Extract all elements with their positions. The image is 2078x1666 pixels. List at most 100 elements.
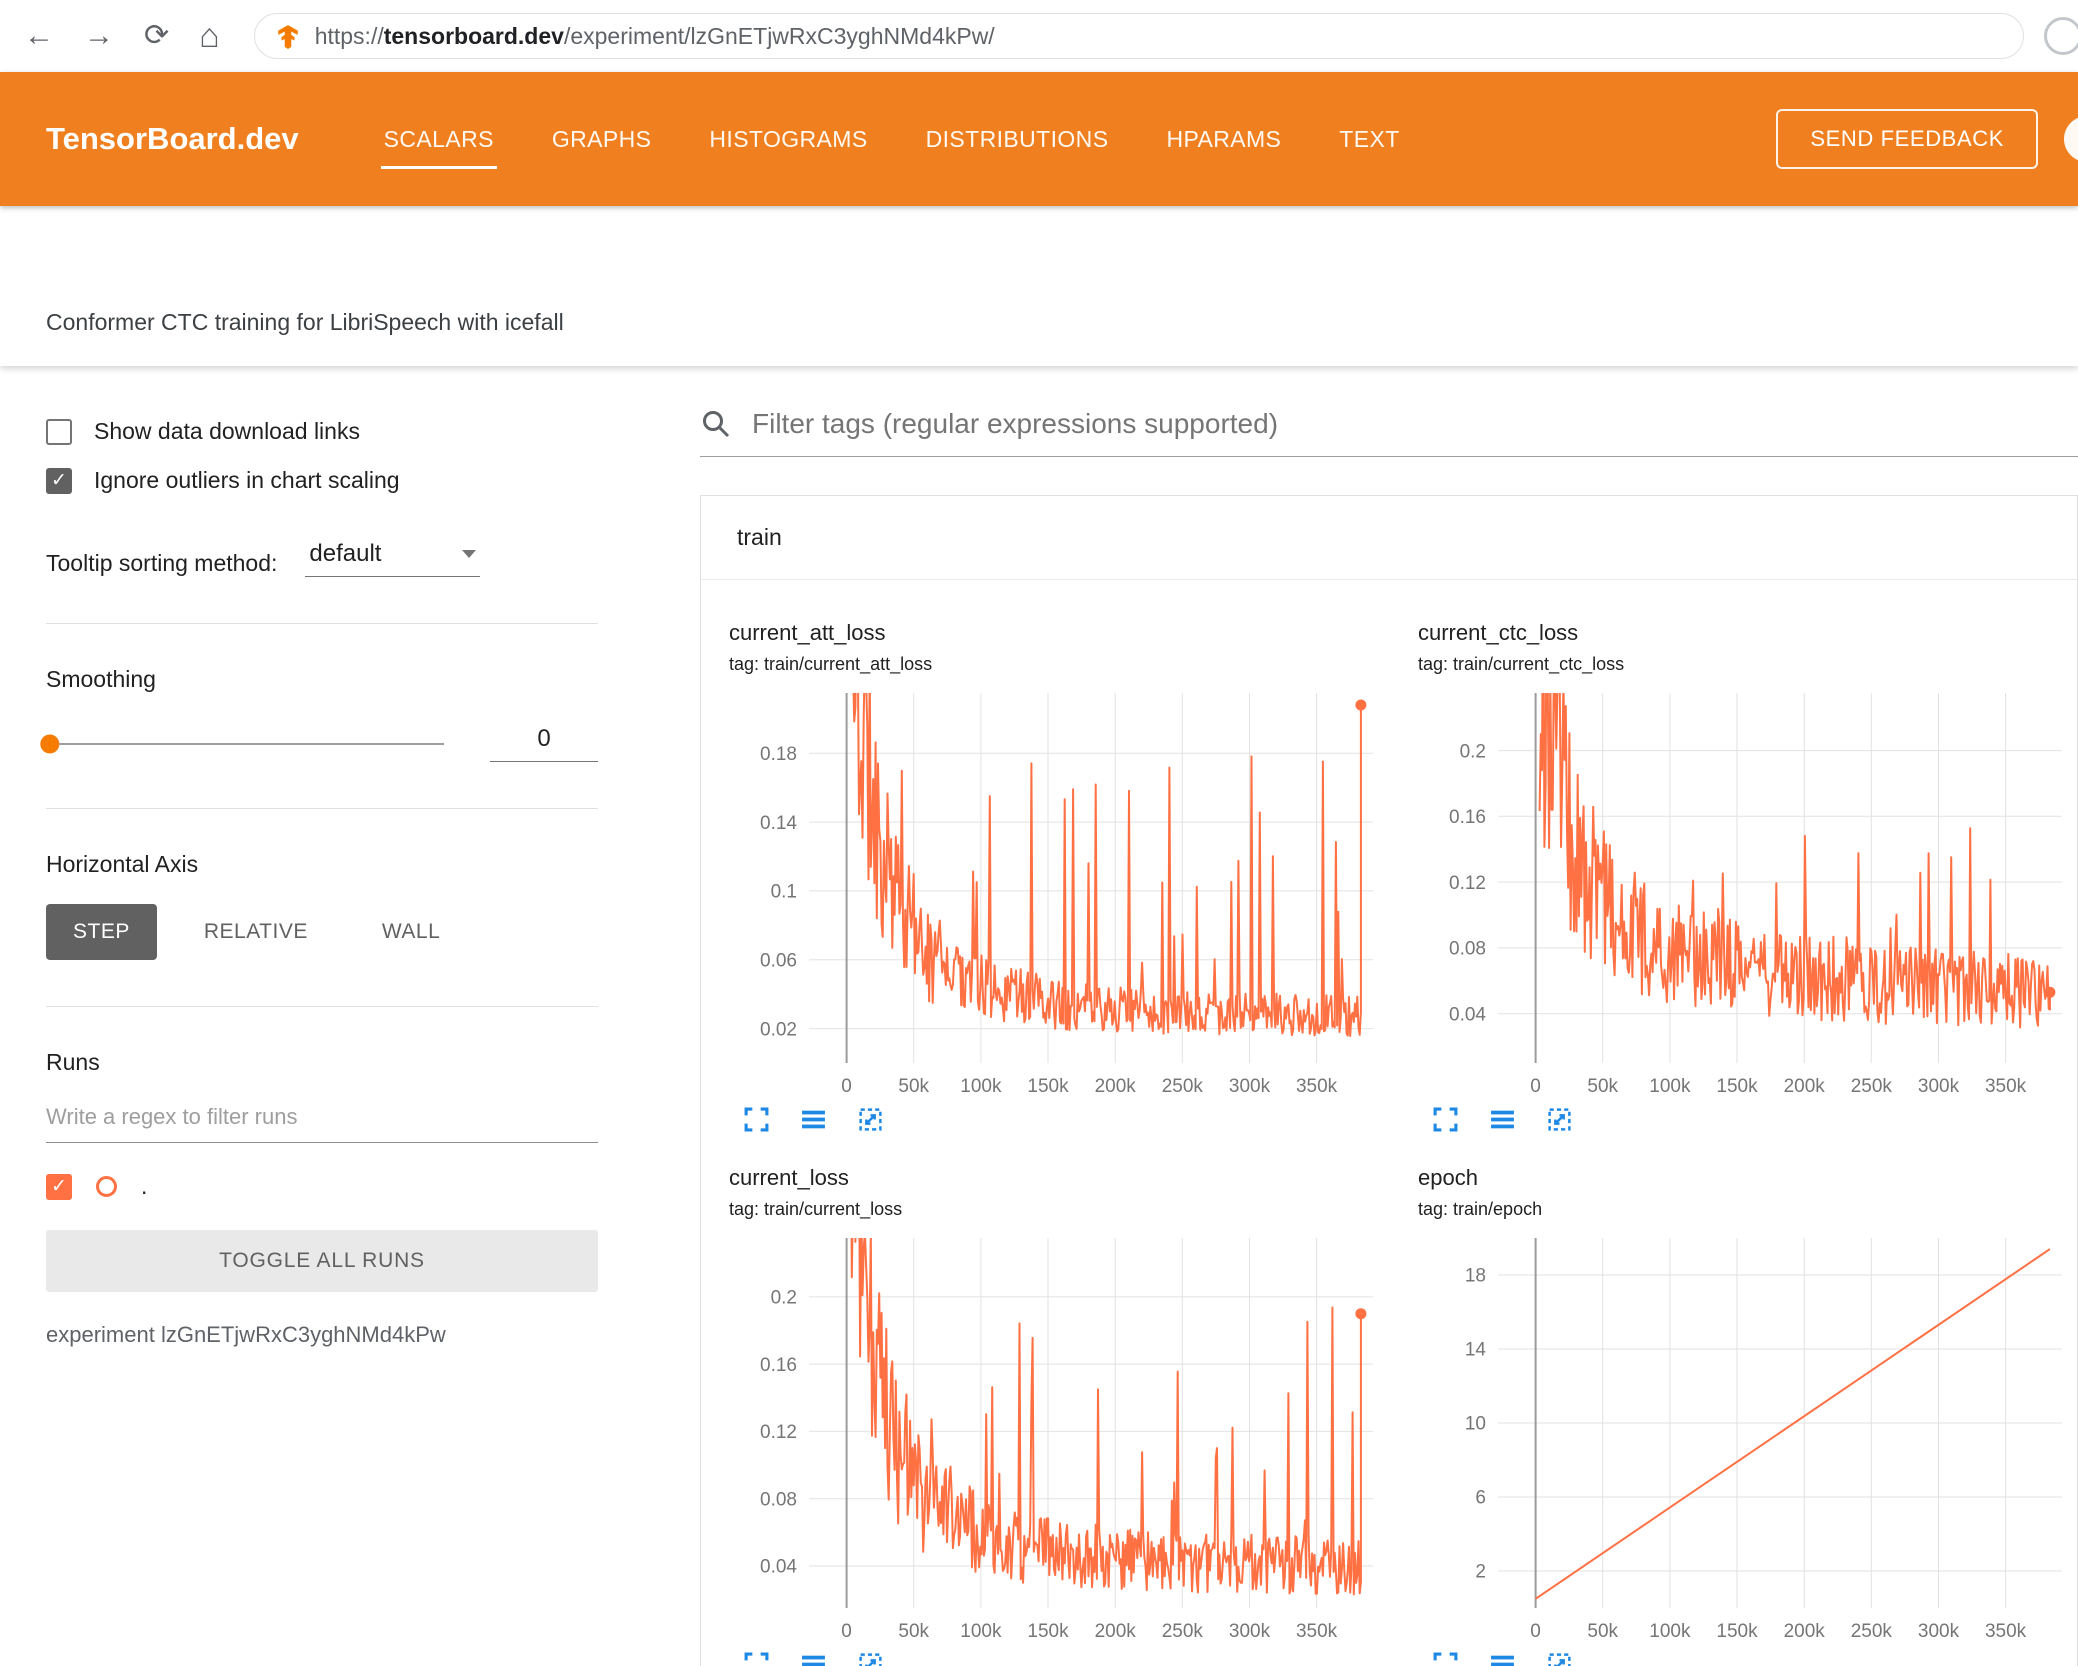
horizontal-axis-buttons: STEP RELATIVE WALL (46, 904, 598, 960)
settings-sidebar: Show data download links ✓ Ignore outlie… (0, 366, 644, 1666)
svg-text:0.04: 0.04 (760, 1557, 797, 1578)
svg-text:200k: 200k (1095, 1621, 1137, 1642)
axis-option-wall[interactable]: WALL (355, 904, 467, 960)
fit-data-icon[interactable] (857, 1651, 884, 1666)
show-download-label: Show data download links (94, 418, 360, 444)
series-line (850, 1238, 1362, 1596)
axis-option-step[interactable]: STEP (46, 904, 157, 960)
send-feedback-button[interactable]: SEND FEEDBACK (1776, 109, 2038, 169)
svg-text:250k: 250k (1162, 1076, 1204, 1097)
svg-text:0.06: 0.06 (760, 950, 797, 971)
tag-filter-row (700, 408, 2078, 457)
browser-avatar[interactable] (2044, 17, 2078, 55)
fit-data-icon[interactable] (857, 1106, 884, 1133)
lines-icon[interactable] (800, 1651, 827, 1666)
fullscreen-icon[interactable] (743, 1106, 770, 1133)
svg-text:100k: 100k (960, 1076, 1002, 1097)
fullscreen-icon[interactable] (743, 1651, 770, 1666)
back-icon[interactable]: ← (24, 21, 54, 51)
svg-text:0.16: 0.16 (1449, 807, 1486, 828)
tag-filter-input[interactable] (752, 408, 2078, 440)
tab-text[interactable]: TEXT (1310, 72, 1428, 206)
train-group-card: train current_att_loss tag: train/current… (700, 495, 2078, 1666)
runs-filter-input[interactable] (46, 1104, 598, 1143)
svg-text:0.12: 0.12 (760, 1422, 797, 1443)
chart-tag: tag: train/current_ctc_loss (1418, 654, 1625, 674)
svg-text:0.04: 0.04 (1449, 1004, 1486, 1025)
svg-text:200k: 200k (1095, 1076, 1137, 1097)
svg-text:250k: 250k (1162, 1621, 1204, 1642)
smoothing-row: 0 (40, 725, 598, 762)
last-value-dot (1355, 1308, 1367, 1320)
chart-plot-current_loss[interactable]: 0.04 0.08 0.12 0.16 0.2 0 50k 100k 150k 200k 250k 3… (729, 1230, 1389, 1645)
svg-text:18: 18 (1465, 1266, 1486, 1287)
chart-plot-current_att_loss[interactable]: 0.02 0.06 0.1 0.14 0.18 0 50k 100k 150k 200k 250k 3… (729, 685, 1389, 1100)
tab-histograms[interactable]: HISTOGRAMS (680, 72, 896, 206)
fullscreen-icon[interactable] (1432, 1106, 1459, 1133)
divider (46, 623, 598, 624)
tooltip-sorting-select[interactable]: default (305, 540, 481, 577)
experiment-bar: Conformer CTC training for LibriSpeech w… (0, 206, 2078, 366)
chevron-down-icon (462, 550, 477, 558)
svg-text:350k: 350k (1296, 1076, 1338, 1097)
svg-text:350k: 350k (1296, 1621, 1338, 1642)
home-icon[interactable]: ⌂ (199, 19, 220, 53)
forward-icon[interactable]: → (84, 21, 114, 51)
lines-icon[interactable] (1489, 1106, 1516, 1133)
tooltip-sorting-row: Tooltip sorting method: default (46, 540, 598, 577)
svg-text:350k: 350k (1985, 1621, 2027, 1642)
address-bar[interactable]: https://tensorboard.dev/experiment/lzGnE… (253, 13, 2024, 59)
smoothing-value[interactable]: 0 (490, 725, 598, 762)
show-download-checkbox[interactable] (46, 418, 72, 445)
run-color-swatch[interactable] (96, 1176, 117, 1197)
svg-text:350k: 350k (1985, 1076, 2027, 1097)
svg-text:50k: 50k (1587, 1076, 1618, 1097)
ignore-outliers-row[interactable]: ✓ Ignore outliers in chart scaling (46, 467, 598, 494)
chart-plot-epoch[interactable]: 2 6 10 14 18 0 50k 100k 150k 200k 250k 300k 350k (1418, 1230, 2078, 1645)
fit-data-icon[interactable] (1546, 1651, 1573, 1666)
svg-text:14: 14 (1465, 1340, 1487, 1361)
fit-data-icon[interactable] (1546, 1106, 1573, 1133)
fullscreen-icon[interactable] (1432, 1651, 1459, 1666)
svg-text:0: 0 (1530, 1076, 1541, 1097)
lines-icon[interactable] (1489, 1651, 1516, 1666)
svg-text:200k: 200k (1784, 1076, 1826, 1097)
divider (46, 808, 598, 809)
svg-text:10: 10 (1465, 1414, 1486, 1435)
url-scheme: https:// (314, 22, 384, 49)
svg-text:0.2: 0.2 (1460, 741, 1486, 762)
help-icon[interactable] (2064, 116, 2078, 162)
reload-icon[interactable]: ⟳ (144, 21, 169, 51)
toggle-all-runs-button[interactable]: TOGGLE ALL RUNS (46, 1230, 598, 1292)
svg-text:0.14: 0.14 (760, 813, 797, 834)
run-row: ✓ . (46, 1173, 598, 1200)
series-line (852, 693, 1362, 1037)
tab-graphs[interactable]: GRAPHS (523, 72, 681, 206)
smoothing-slider-knob[interactable] (40, 734, 60, 753)
tab-distributions[interactable]: DISTRIBUTIONS (897, 72, 1138, 206)
svg-text:250k: 250k (1851, 1076, 1893, 1097)
svg-text:0.18: 0.18 (760, 744, 797, 765)
tab-scalars[interactable]: SCALARS (355, 72, 523, 206)
experiment-title: Conformer CTC training for LibriSpeech w… (46, 309, 564, 335)
svg-text:100k: 100k (960, 1621, 1002, 1642)
smoothing-slider[interactable] (40, 734, 444, 753)
show-download-row[interactable]: Show data download links (46, 418, 598, 445)
tooltip-sorting-value: default (309, 540, 382, 567)
url-domain: tensorboard.dev (383, 22, 564, 49)
ignore-outliers-checkbox[interactable]: ✓ (46, 467, 72, 494)
lines-icon[interactable] (800, 1106, 827, 1133)
nav-tabs: SCALARS GRAPHS HISTOGRAMS DISTRIBUTIONS HPAR… (355, 72, 1429, 206)
chart-card-current_ctc_loss: current_ctc_loss tag: train/current_ctc_l… (1400, 604, 2078, 1149)
svg-text:50k: 50k (898, 1076, 929, 1097)
group-title[interactable]: train (701, 496, 2077, 580)
axis-option-relative[interactable]: RELATIVE (177, 904, 335, 960)
run-checkbox[interactable]: ✓ (46, 1173, 72, 1200)
chart-plot-current_ctc_loss[interactable]: 0.04 0.08 0.12 0.16 0.2 0 50k 100k 150k 200k 250k 3… (1418, 685, 2078, 1100)
content-area: Show data download links ✓ Ignore outlie… (0, 366, 2078, 1666)
series-line (1535, 1248, 2051, 1600)
chart-card-current_att_loss: current_att_loss tag: train/current_att_l… (711, 604, 1400, 1149)
chart-title: epoch (1418, 1165, 1478, 1190)
svg-text:150k: 150k (1716, 1076, 1758, 1097)
tab-hparams[interactable]: HPARAMS (1137, 72, 1310, 206)
